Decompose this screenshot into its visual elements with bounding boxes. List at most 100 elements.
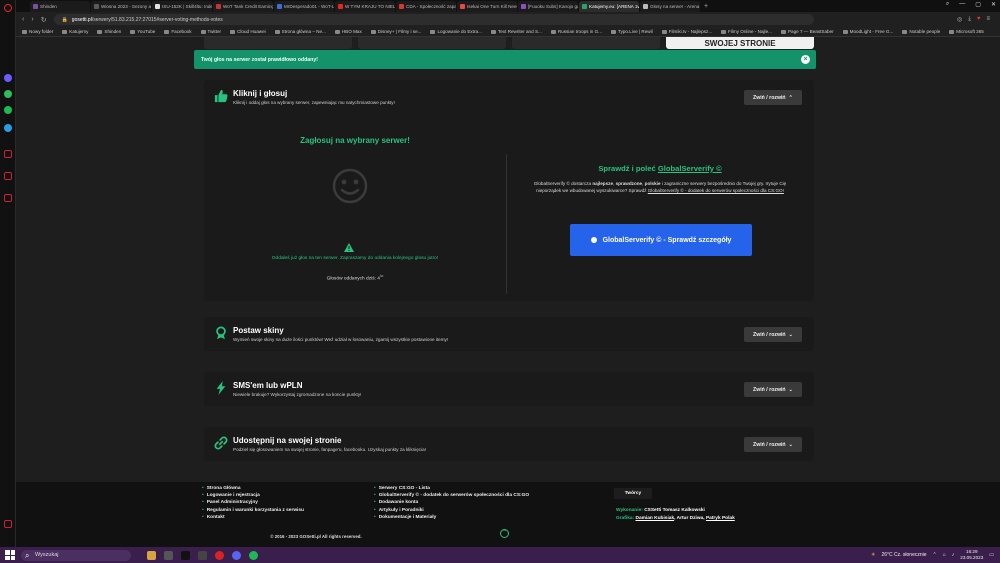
bookmarks-bar: Nowy folder Katujemy Shinden YouTube Faceboo… xyxy=(16,27,1000,37)
bookmark-item[interactable]: Logowanie do Extra... xyxy=(430,29,482,34)
bookmark-label: Typo.Live | Rewil xyxy=(618,29,653,34)
bookmark-item[interactable]: Nowy folder xyxy=(22,29,53,34)
browser-tab[interactable]: CDA - Społeczność zapal xyxy=(396,0,456,12)
app-icon[interactable] xyxy=(198,550,207,560)
clock[interactable]: 16:29 23.05.2023 xyxy=(960,549,983,561)
bookmarks-icon[interactable] xyxy=(4,194,12,202)
footer-link[interactable]: Dokumentacje i Materiały xyxy=(374,514,529,521)
browser-tab[interactable]: Wiosna 2023 - Sezony ani xyxy=(91,0,151,12)
bookmark-item[interactable]: Katujemy xyxy=(62,29,88,34)
whatsapp-icon[interactable] xyxy=(4,90,12,98)
bookmark-item[interactable]: Disney+ | Filmy i se... xyxy=(370,29,421,34)
bookmark-item[interactable]: Shinden xyxy=(97,29,121,34)
expand-sms-button[interactable]: Zwiń / rozwiń ⌄ xyxy=(744,382,802,397)
globalserverify-button[interactable]: GlobalServerify © - Sprawdź szczegóły xyxy=(570,224,752,256)
volume-icon[interactable]: ♪ xyxy=(952,552,955,558)
gs-desc-link[interactable]: GlobalServerify © - dodatek do serwerów … xyxy=(648,188,784,193)
award-icon xyxy=(216,326,226,340)
weather-text[interactable]: 26°C Cz. słonecznie xyxy=(881,552,926,558)
opera-icon[interactable] xyxy=(215,550,224,560)
spotify-icon[interactable] xyxy=(249,550,258,560)
network-icon[interactable]: ⌂ xyxy=(943,552,946,558)
bookmark-item[interactable]: Facebook xyxy=(164,29,192,34)
bookmark-label: Russian troops in G... xyxy=(557,29,603,34)
browser-tab[interactable]: ISU-152K | Skill4ltu: Index xyxy=(152,0,212,12)
telegram-icon[interactable] xyxy=(4,124,12,132)
expand-share-button[interactable]: Zwiń / rozwiń ⌄ xyxy=(744,437,802,452)
footer-link[interactable]: Dodawanie konta xyxy=(374,499,529,506)
messenger-icon[interactable] xyxy=(4,74,12,82)
footer-link[interactable]: Artykuły i Poradniki xyxy=(374,507,529,514)
footer-link[interactable]: Strona Główna xyxy=(202,485,304,492)
address-bar: ‹ › ↻ 🔒 gosetti.pl /serwery/51.83.215.27… xyxy=(16,12,1000,27)
bookmark-item[interactable]: Microsoft 365 xyxy=(949,29,984,34)
skins-card-subtitle: Wymień swoje skiny na duże ilości punktó… xyxy=(233,337,449,342)
footer-link[interactable]: Panel Administracyjny xyxy=(202,499,304,506)
browser-tab[interactable]: [Fuuoku Subs] Kanojo ga xyxy=(518,0,578,12)
tiktok-icon[interactable] xyxy=(181,550,190,560)
browser-tab[interactable]: W TYM KRAJU TO NIELEGA xyxy=(335,0,395,12)
settings-icon[interactable] xyxy=(4,520,12,528)
reload-icon[interactable]: ↻ xyxy=(41,16,47,24)
bookmark-item[interactable]: Filmy Online - Najle... xyxy=(721,29,772,34)
bookmark-item[interactable]: Text Rewriter and S... xyxy=(490,29,542,34)
bookmark-item[interactable]: Page 7 — BeastSaber xyxy=(780,29,834,34)
bookmark-item[interactable]: Notable people xyxy=(902,29,940,34)
new-tab-icon[interactable]: + xyxy=(704,3,708,10)
browser-tab[interactable]: Shinden xyxy=(30,0,90,12)
footer-link[interactable]: GlobalServerify © - dodatek do serwerów … xyxy=(374,492,529,499)
bookmark-item[interactable]: Cloud Huawei xyxy=(230,29,266,34)
minimize-icon[interactable]: — xyxy=(959,1,965,8)
spotify-icon[interactable] xyxy=(4,106,12,114)
browser-tab[interactable]: Katujemy.eu: [ARENA 1vs1] xyxy=(579,0,639,12)
close-toast-icon[interactable]: × xyxy=(801,55,810,64)
bookmark-icon xyxy=(490,29,496,34)
widget-icon[interactable] xyxy=(147,550,156,560)
tray-expand-icon[interactable]: ⌃ xyxy=(933,552,937,558)
search-tabs-icon[interactable]: ⌕ xyxy=(946,1,949,8)
bookmark-item[interactable]: Filmiki.tv - Najlepsz... xyxy=(661,29,712,34)
browser-tab[interactable]: WoT Tank Credit Earnings xyxy=(213,0,273,12)
download-icon[interactable]: ⤓ xyxy=(968,16,971,23)
bookmark-item[interactable]: MoodLight - Free G... xyxy=(842,29,893,34)
footer-link[interactable]: Logowanie i rejestracja xyxy=(202,492,304,499)
heart-icon[interactable]: ♥ xyxy=(977,16,981,23)
taskbar-search[interactable]: Wyszukaj xyxy=(21,549,131,561)
menu-icon[interactable]: ≡ xyxy=(986,16,990,23)
collapse-vote-button[interactable]: Zwiń / rozwiń ⌃ xyxy=(744,90,802,105)
graphics-author-link[interactable]: Patryk Polak xyxy=(706,516,735,521)
gs-title-link[interactable]: GlobalServerify © xyxy=(658,164,722,173)
globalserverify-description: GlobalServerify © dostarcza najlepsze, s… xyxy=(524,181,796,194)
address-icons: ◎ ⤓ ♥ ≡ xyxy=(957,16,1000,23)
player-icon[interactable] xyxy=(4,150,12,158)
maximize-icon[interactable]: ▢ xyxy=(975,1,981,8)
discord-icon[interactable] xyxy=(232,550,241,560)
close-window-icon[interactable]: ✕ xyxy=(991,1,996,8)
graphics-author-link[interactable]: Damian Kubisiak xyxy=(635,516,674,521)
bookmark-item[interactable]: Russian troops in G... xyxy=(550,29,603,34)
opera-logo-icon[interactable] xyxy=(4,4,12,12)
notifications-icon[interactable]: ▭ xyxy=(989,552,994,558)
taskview-icon[interactable] xyxy=(164,550,173,560)
footer-link[interactable]: Regulamin i warunki korzystania z serwis… xyxy=(202,507,304,514)
bookmark-item[interactable]: YouTube xyxy=(130,29,155,34)
forward-icon[interactable]: › xyxy=(31,16,33,23)
windows-start-icon[interactable] xyxy=(5,550,15,560)
browser-tab[interactable]: MrDesperado01 - WoT-Li xyxy=(274,0,334,12)
url-field[interactable]: 🔒 gosetti.pl /serwery/51.83.215.27:27015… xyxy=(53,14,814,25)
scroll-top-icon[interactable]: ⌃ xyxy=(500,529,509,538)
expand-skins-button[interactable]: Zwiń / rozwiń ⌄ xyxy=(744,327,802,342)
history-icon[interactable] xyxy=(4,172,12,180)
bookmark-item[interactable]: Twitter xyxy=(200,29,221,34)
bookmark-item[interactable]: HBO Max xyxy=(334,29,362,34)
bookmark-label: Logowanie do Extra... xyxy=(437,29,482,34)
bookmark-icon xyxy=(62,29,68,34)
browser-tab[interactable]: Isekai One Turn Kill Neesa xyxy=(457,0,517,12)
footer-link[interactable]: Serwery CS:GO - Lista xyxy=(374,485,529,492)
camera-icon[interactable]: ◎ xyxy=(957,16,962,23)
back-icon[interactable]: ‹ xyxy=(22,16,24,23)
bookmark-item[interactable]: Strona główna – Ne... xyxy=(274,29,326,34)
browser-tab[interactable]: Głosy na serwer - Arena 1v xyxy=(640,0,700,12)
footer-link[interactable]: Kontakt xyxy=(202,514,304,521)
bookmark-item[interactable]: Typo.Live | Rewil xyxy=(611,29,653,34)
